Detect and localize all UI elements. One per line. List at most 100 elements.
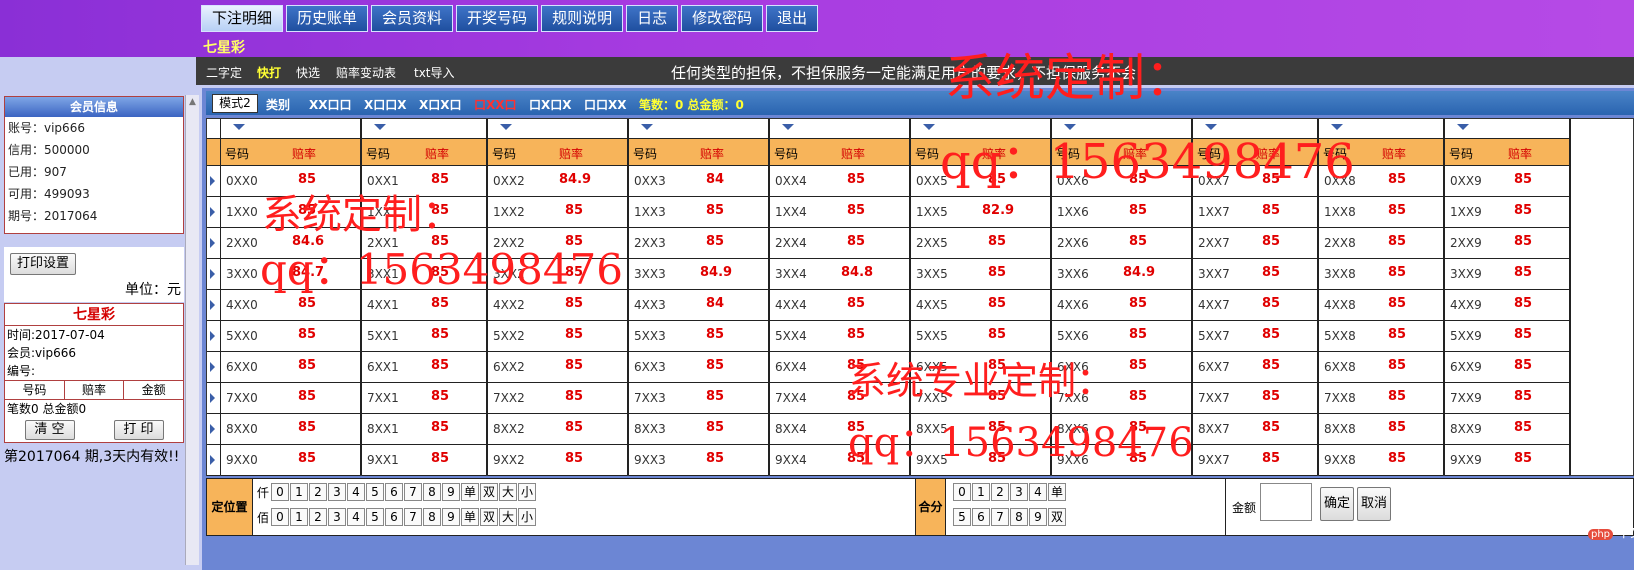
bet-cell[interactable]: 1XX9 85 <box>1445 197 1569 228</box>
bet-cell[interactable]: 9XX3 85 <box>629 445 768 476</box>
digit-button[interactable]: 1 <box>290 483 308 501</box>
bet-cell[interactable]: 4XX8 85 <box>1319 290 1443 321</box>
bet-cell[interactable]: 8XX7 85 <box>1193 414 1317 445</box>
digit-button[interactable]: 7 <box>991 508 1009 526</box>
bet-cell[interactable]: 6XX9 85 <box>1445 352 1569 383</box>
bet-cell[interactable]: 0XX2 84.9 <box>488 166 627 197</box>
mode2-button[interactable]: 模式2 <box>212 94 258 113</box>
row-arrow-icon[interactable] <box>210 393 215 403</box>
cancel-button[interactable]: 取消 <box>1357 487 1391 521</box>
bet-cell[interactable]: 3XX4 84.8 <box>770 259 909 290</box>
row-arrow-icon[interactable] <box>210 424 215 434</box>
digit-button[interactable]: 2 <box>309 508 327 526</box>
bet-cell[interactable]: 1XX3 85 <box>629 197 768 228</box>
bet-cell[interactable]: 3XX5 85 <box>911 259 1050 290</box>
digit-button[interactable]: 单 <box>461 483 479 501</box>
bet-cell[interactable]: 7XX1 85 <box>362 383 486 414</box>
bet-cell[interactable]: 0XX0 85 <box>221 166 360 197</box>
bet-cell[interactable]: 5XX3 85 <box>629 321 768 352</box>
bet-cell[interactable]: 2XX4 85 <box>770 228 909 259</box>
digit-button[interactable]: 8 <box>423 483 441 501</box>
column-dropdown[interactable] <box>770 119 909 139</box>
print-button[interactable]: 打 印 <box>113 420 164 440</box>
bet-cell[interactable]: 7XX9 85 <box>1445 383 1569 414</box>
bet-cell[interactable]: 2XX3 85 <box>629 228 768 259</box>
bet-cell[interactable]: 1XX7 85 <box>1193 197 1317 228</box>
tab-1[interactable]: 历史账单 <box>286 5 369 32</box>
bet-cell[interactable]: 8XX8 85 <box>1319 414 1443 445</box>
column-dropdown[interactable] <box>629 119 768 139</box>
digit-button[interactable]: 9 <box>442 508 460 526</box>
bet-cell[interactable]: 1XX0 85 <box>221 197 360 228</box>
digit-button[interactable]: 小 <box>518 483 536 501</box>
column-dropdown[interactable] <box>1445 119 1569 139</box>
digit-button[interactable]: 0 <box>953 483 971 501</box>
digit-button[interactable]: 6 <box>385 508 403 526</box>
digit-button[interactable]: 单 <box>461 508 479 526</box>
bet-cell[interactable]: 9XX0 85 <box>221 445 360 476</box>
bet-cell[interactable]: 5XX0 85 <box>221 321 360 352</box>
bet-cell[interactable]: 6XX3 85 <box>629 352 768 383</box>
bet-cell[interactable]: 3XX8 85 <box>1319 259 1443 290</box>
digit-button[interactable]: 1 <box>972 483 990 501</box>
bet-cell[interactable]: 5XX5 85 <box>911 321 1050 352</box>
bet-cell[interactable]: 6XX1 85 <box>362 352 486 383</box>
amount-input[interactable] <box>1260 483 1312 521</box>
digit-button[interactable]: 5 <box>366 483 384 501</box>
row-arrow-icon[interactable] <box>210 176 215 186</box>
digit-button[interactable]: 9 <box>1029 508 1047 526</box>
digit-button[interactable]: 6 <box>972 508 990 526</box>
bet-cell[interactable]: 1XX4 85 <box>770 197 909 228</box>
bet-cell[interactable]: 9XX9 85 <box>1445 445 1569 476</box>
bet-cell[interactable]: 5XX4 85 <box>770 321 909 352</box>
bet-cell[interactable]: 4XX6 85 <box>1052 290 1191 321</box>
bet-cell[interactable]: 3XX7 85 <box>1193 259 1317 290</box>
bet-cell[interactable]: 5XX2 85 <box>488 321 627 352</box>
column-dropdown[interactable] <box>362 119 486 139</box>
chevron-down-icon[interactable] <box>1331 124 1343 130</box>
bet-cell[interactable]: 3XX0 84.7 <box>221 259 360 290</box>
chevron-down-icon[interactable] <box>233 124 245 130</box>
digit-button[interactable]: 单 <box>1048 483 1066 501</box>
bet-cell[interactable]: 2XX8 85 <box>1319 228 1443 259</box>
chevron-down-icon[interactable] <box>782 124 794 130</box>
bet-cell[interactable]: 8XX1 85 <box>362 414 486 445</box>
bet-cell[interactable]: 5XX1 85 <box>362 321 486 352</box>
row-arrow-icon[interactable] <box>210 362 215 372</box>
bet-cell[interactable]: 1XX5 82.9 <box>911 197 1050 228</box>
bet-cell[interactable]: 2XX7 85 <box>1193 228 1317 259</box>
bet-cell[interactable]: 7XX3 85 <box>629 383 768 414</box>
bet-cell[interactable]: 7XX2 85 <box>488 383 627 414</box>
bet-cell[interactable]: 3XX6 84.9 <box>1052 259 1191 290</box>
bet-cell[interactable]: 2XX5 85 <box>911 228 1050 259</box>
scroll-up-icon[interactable]: ▲ <box>186 97 199 107</box>
bet-cell[interactable]: 5XX7 85 <box>1193 321 1317 352</box>
clear-button[interactable]: 清 空 <box>24 420 75 440</box>
chevron-down-icon[interactable] <box>1457 124 1469 130</box>
tab-3[interactable]: 开奖号码 <box>456 5 539 32</box>
digit-button[interactable]: 1 <box>290 508 308 526</box>
digit-button[interactable]: 6 <box>385 483 403 501</box>
tab-2[interactable]: 会员资料 <box>371 5 454 32</box>
bet-cell[interactable]: 0XX6 85 <box>1052 166 1191 197</box>
digit-button[interactable]: 3 <box>328 508 346 526</box>
row-arrow-icon[interactable] <box>210 207 215 217</box>
type-x-o-x-o[interactable]: X口X口 <box>419 96 462 113</box>
type-o-xx-o[interactable]: 口XX口 <box>474 96 517 113</box>
bet-cell[interactable]: 2XX1 85 <box>362 228 486 259</box>
sidebar-scrollbar[interactable]: ▲ <box>185 95 199 565</box>
bet-cell[interactable]: 4XX0 85 <box>221 290 360 321</box>
bet-cell[interactable]: 8XX2 85 <box>488 414 627 445</box>
digit-button[interactable]: 5 <box>953 508 971 526</box>
row-arrow-icon[interactable] <box>210 455 215 465</box>
digit-button[interactable]: 双 <box>480 508 498 526</box>
bet-cell[interactable]: 8XX9 85 <box>1445 414 1569 445</box>
tab-0[interactable]: 下注明细 <box>201 5 284 32</box>
bet-cell[interactable]: 8XX3 85 <box>629 414 768 445</box>
bet-cell[interactable]: 4XX5 85 <box>911 290 1050 321</box>
digit-button[interactable]: 8 <box>423 508 441 526</box>
type-oo-xx[interactable]: 口口XX <box>584 96 627 113</box>
bet-cell[interactable]: 0XX5 85 <box>911 166 1050 197</box>
subnav-two-digit[interactable]: 二字定 <box>206 64 242 81</box>
type-xx-oo[interactable]: XX口口 <box>309 96 352 113</box>
